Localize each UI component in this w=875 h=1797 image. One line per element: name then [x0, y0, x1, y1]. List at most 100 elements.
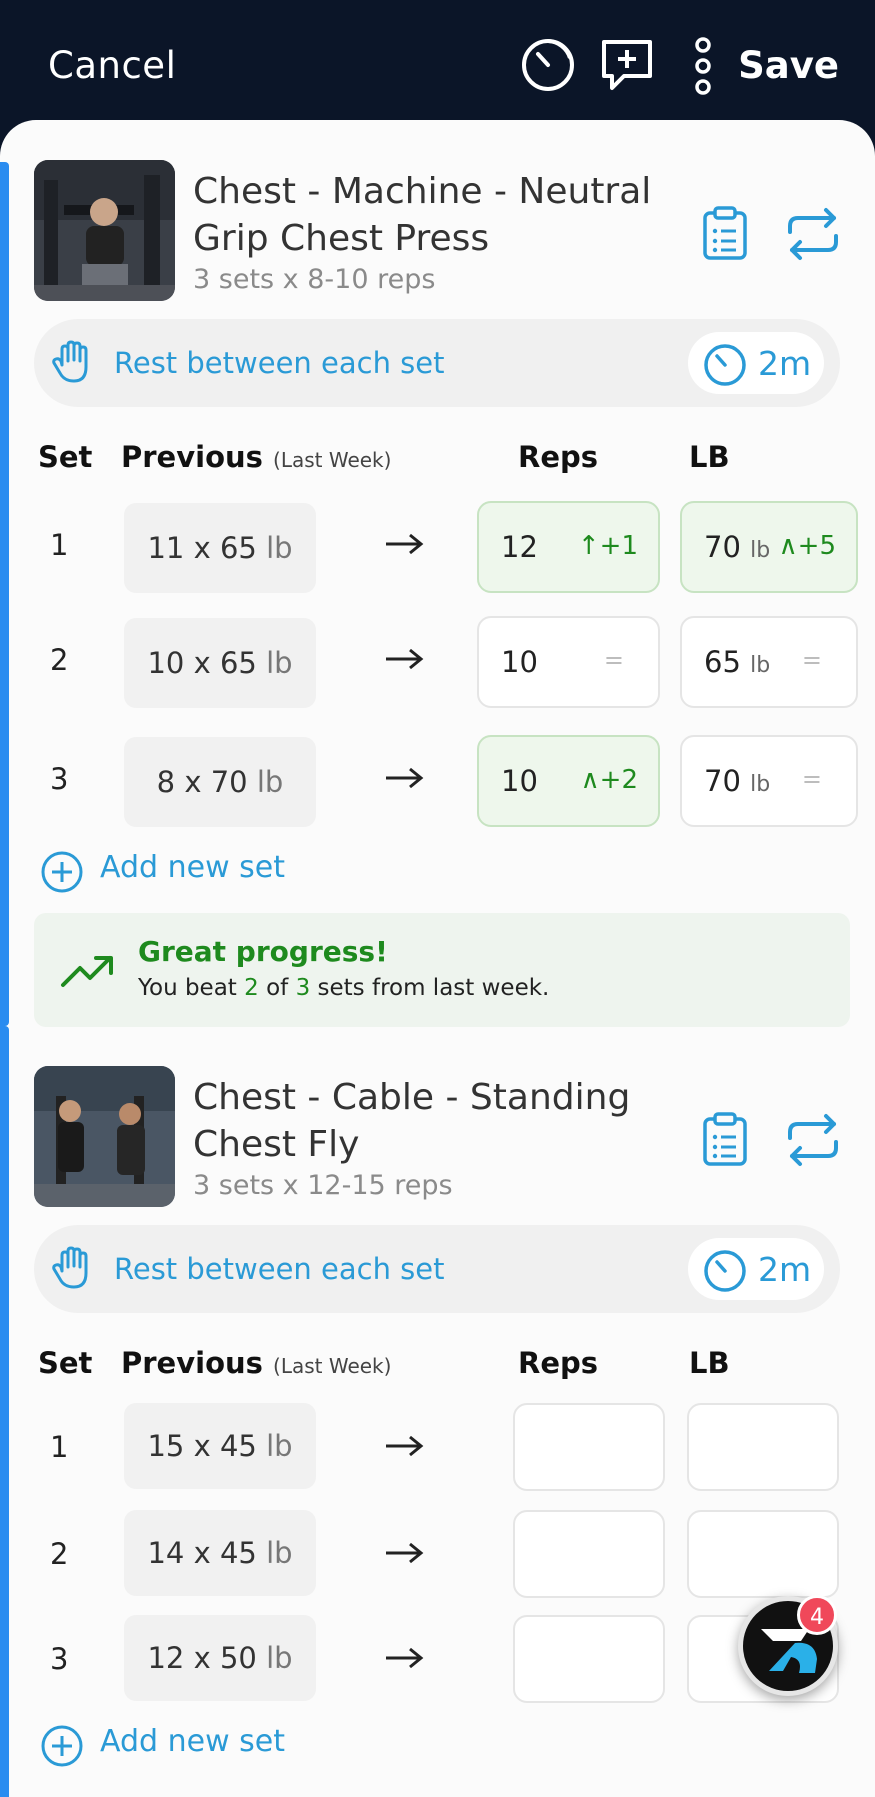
exercise-title: Chest - Machine - Neutral Grip Chest Pre…: [193, 168, 653, 262]
exercise-subtitle: 3 sets x 12-15 reps: [193, 1170, 453, 1201]
save-button[interactable]: Save: [738, 44, 839, 87]
rest-time-value: 2m: [758, 344, 812, 383]
reps-input[interactable]: [513, 1615, 665, 1703]
top-bar: Cancel Save: [0, 0, 875, 130]
previous-unit: lb: [266, 646, 293, 680]
rest-label: Rest between each set: [114, 346, 445, 380]
weight-input[interactable]: 70 lb =: [680, 735, 858, 827]
progress-banner: Great progress! You beat 2 of 3 sets fro…: [34, 913, 850, 1027]
workout-sheet: Chest - Machine - Neutral Grip Chest Pre…: [0, 120, 875, 1797]
exercise-title-line: Chest - Machine - Neutral: [193, 171, 652, 212]
add-set-label: Add new set: [100, 1724, 286, 1759]
set-number: 1: [50, 528, 69, 562]
add-set-button[interactable]: Add new set: [40, 1724, 285, 1772]
progress-beaten: 2: [244, 975, 259, 1001]
arrow-up-icon: ↑: [577, 531, 600, 561]
col-previous: Previous (Last Week): [121, 440, 391, 474]
reps-delta: ∧+2: [581, 765, 638, 795]
add-set-label: Add new set: [100, 850, 286, 885]
previous-text: 15 x 45: [147, 1429, 257, 1463]
previous-value[interactable]: 14 x 45 lb: [124, 1510, 316, 1596]
previous-unit: lb: [266, 531, 293, 565]
reps-input[interactable]: [513, 1510, 665, 1598]
previous-value[interactable]: 11 x 65 lb: [124, 503, 316, 593]
col-lb: LB: [689, 440, 730, 474]
previous-unit: lb: [266, 1641, 293, 1675]
col-previous-note: (Last Week): [273, 448, 392, 472]
weight-number: 70: [704, 764, 741, 798]
arrow-right-icon: [384, 1434, 424, 1462]
reps-input[interactable]: 10 =: [477, 616, 660, 708]
previous-value[interactable]: 15 x 45 lb: [124, 1403, 316, 1489]
rest-label: Rest between each set: [114, 1252, 445, 1286]
previous-text: 11 x 65: [147, 531, 257, 565]
weight-value: 70 lb: [704, 764, 770, 798]
weight-delta: ∧+5: [779, 531, 836, 561]
more-vertical-icon[interactable]: [690, 36, 716, 100]
timer-icon[interactable]: [520, 36, 576, 96]
add-set-button[interactable]: Add new set: [40, 850, 285, 898]
weight-input[interactable]: [687, 1403, 839, 1491]
weight-input[interactable]: 70 lb ∧+5: [680, 501, 858, 593]
previous-value[interactable]: 8 x 70 lb: [124, 737, 316, 827]
rest-timer-row[interactable]: Rest between each set 2m: [34, 1225, 840, 1313]
progress-text: of: [266, 975, 289, 1001]
weight-number: 65: [704, 645, 741, 679]
weight-number: 70: [704, 530, 741, 564]
rest-time-button[interactable]: 2m: [688, 1238, 824, 1300]
rest-time-value: 2m: [758, 1250, 812, 1289]
col-previous-label: Previous: [121, 440, 263, 474]
equal-icon: =: [801, 646, 822, 674]
reps-value: 12: [501, 530, 538, 564]
previous-unit: lb: [256, 765, 284, 799]
set-number: 2: [50, 643, 69, 677]
reps-input[interactable]: [513, 1403, 665, 1491]
clipboard-icon[interactable]: [702, 1111, 748, 1171]
timer-icon: [704, 344, 746, 386]
progress-total: 3: [295, 975, 311, 1001]
weight-input[interactable]: 65 lb =: [680, 616, 858, 708]
caret-up-icon: ∧: [778, 531, 798, 561]
progress-text: You beat: [138, 975, 237, 1001]
exercise-side-bar: [0, 162, 9, 1026]
rest-time-button[interactable]: 2m: [688, 332, 824, 394]
previous-text: 8 x 70: [156, 765, 248, 799]
weight-unit: lb: [750, 772, 771, 797]
hand-icon: [50, 1245, 96, 1295]
set-number: 3: [50, 1642, 69, 1676]
exercise-side-bar: [0, 1026, 9, 1797]
col-reps: Reps: [518, 1346, 599, 1380]
previous-unit: lb: [266, 1429, 293, 1463]
plus-circle-icon: [41, 851, 83, 893]
reps-input[interactable]: 10 ∧+2: [477, 735, 660, 827]
progress-message: You beat 2 of 3 sets from last week.: [138, 975, 549, 1001]
weight-input[interactable]: [687, 1510, 839, 1598]
coach-chat-button[interactable]: 4: [738, 1595, 838, 1696]
exercise-title: Chest - Cable - Standing Chest Fly: [193, 1074, 653, 1168]
clipboard-icon[interactable]: [702, 205, 748, 265]
col-reps: Reps: [518, 440, 599, 474]
arrow-right-icon: [384, 532, 424, 560]
cancel-button[interactable]: Cancel: [48, 44, 176, 87]
exercise-thumbnail[interactable]: [34, 1066, 175, 1207]
previous-value[interactable]: 12 x 50 lb: [124, 1615, 316, 1701]
previous-value[interactable]: 10 x 65 lb: [124, 618, 316, 708]
col-previous-label: Previous: [121, 1346, 263, 1380]
set-number: 2: [50, 1537, 69, 1571]
exercise-thumbnail[interactable]: [34, 160, 175, 301]
reps-delta-value: +2: [599, 765, 638, 795]
reps-input[interactable]: 12 ↑+1: [477, 501, 660, 593]
exercise-subtitle: 3 sets x 8-10 reps: [193, 264, 436, 295]
swap-exercise-icon[interactable]: [784, 206, 842, 266]
weight-value: 65 lb: [704, 645, 770, 679]
reps-value: 10: [501, 645, 538, 679]
progress-text: sets from last week.: [317, 975, 550, 1001]
plus-circle-icon: [41, 1725, 83, 1767]
caret-up-icon: ∧: [580, 765, 600, 795]
set-number: 3: [50, 762, 69, 796]
rest-timer-row[interactable]: Rest between each set 2m: [34, 319, 840, 407]
add-comment-icon[interactable]: [598, 36, 656, 98]
previous-text: 10 x 65: [147, 646, 257, 680]
swap-exercise-icon[interactable]: [784, 1112, 842, 1172]
previous-unit: lb: [266, 1536, 293, 1570]
